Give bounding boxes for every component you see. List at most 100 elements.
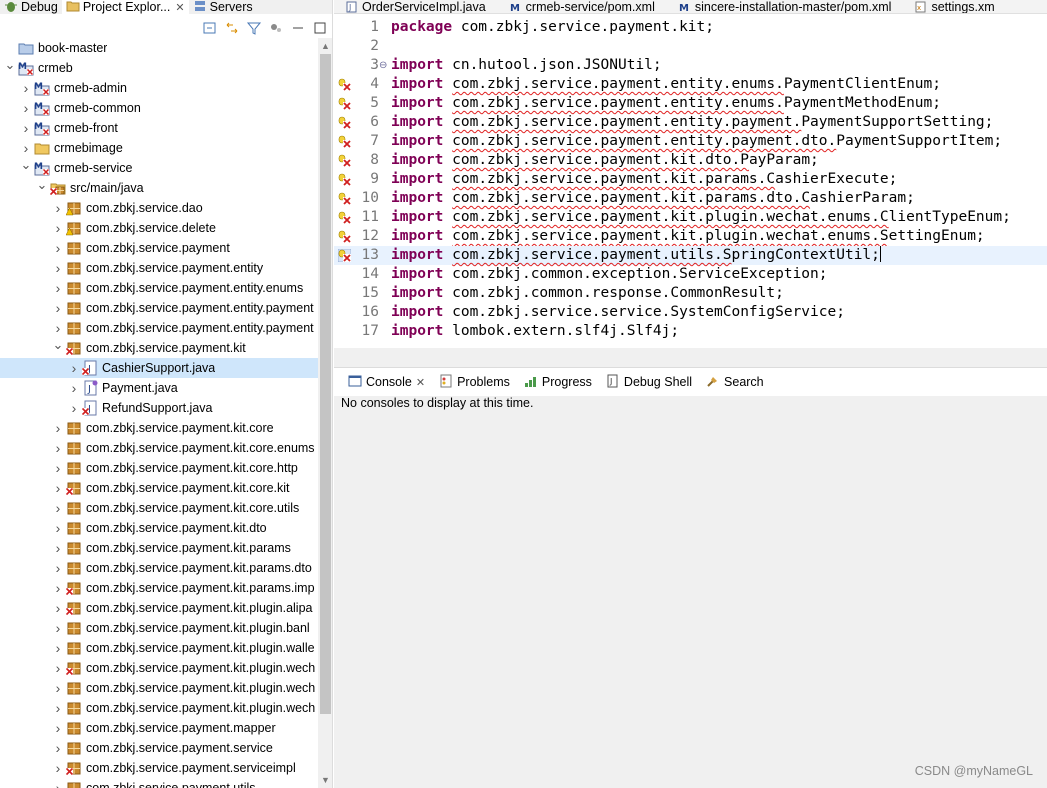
- tree-item[interactable]: › J CashierSupport.java: [0, 358, 318, 378]
- minimize-icon[interactable]: [289, 19, 307, 37]
- tree-item[interactable]: ⌄ com.zbkj.service.payment.kit: [0, 335, 318, 358]
- code-line[interactable]: 11 import com.zbkj.service.payment.kit.pl…: [334, 208, 1047, 227]
- tree-item[interactable]: › com.zbkj.service.payment.mapper: [0, 718, 318, 738]
- tree-item[interactable]: › com.zbkj.service.payment.kit.core.http: [0, 458, 318, 478]
- code-line[interactable]: 13 import com.zbkj.service.payment.utils.…: [334, 246, 1047, 265]
- code-line[interactable]: 15 import com.zbkj.common.response.Common…: [334, 284, 1047, 303]
- view-menu-icon[interactable]: [267, 19, 285, 37]
- code-line[interactable]: 10 import com.zbkj.service.payment.kit.pa…: [334, 189, 1047, 208]
- chevron-right-icon[interactable]: ›: [20, 98, 32, 118]
- tree-item[interactable]: ⌄ src/main/java: [0, 175, 318, 198]
- tree-item[interactable]: › com.zbkj.service.payment.entity.payment: [0, 318, 318, 338]
- editor-tab[interactable]: Msincere-installation-master/pom.xml: [667, 0, 904, 13]
- chevron-right-icon[interactable]: ›: [52, 518, 64, 538]
- tree-item[interactable]: › com.zbkj.service.payment.kit.plugin.wec…: [0, 698, 318, 718]
- error-marker-icon[interactable]: [338, 192, 351, 205]
- chevron-right-icon[interactable]: ›: [52, 438, 64, 458]
- chevron-right-icon[interactable]: ›: [52, 758, 64, 778]
- error-marker-icon[interactable]: [338, 78, 351, 91]
- explorer-scrollbar[interactable]: ▲ ▼: [318, 38, 332, 788]
- close-icon[interactable]: ✕: [175, 1, 184, 14]
- code-line[interactable]: 3 ⊖ import cn.hutool.json.JSONUtil;: [334, 56, 1047, 75]
- tree-item[interactable]: › com.zbkj.service.payment.kit.plugin.wec…: [0, 658, 318, 678]
- chevron-down-icon[interactable]: ⌄: [36, 175, 48, 195]
- tree-item[interactable]: › Mcrmeb-front: [0, 118, 318, 138]
- scroll-up-icon[interactable]: ▲: [318, 38, 332, 54]
- console-tab-problems[interactable]: Problems: [433, 371, 516, 393]
- code-line[interactable]: 5 import com.zbkj.service.payment.entity.…: [334, 94, 1047, 113]
- chevron-right-icon[interactable]: ›: [68, 378, 80, 398]
- tree-item[interactable]: › com.zbkj.service.dao: [0, 198, 318, 218]
- tree-item[interactable]: › com.zbkj.service.payment.kit.params: [0, 538, 318, 558]
- chevron-right-icon[interactable]: ›: [20, 78, 32, 98]
- chevron-right-icon[interactable]: ›: [20, 118, 32, 138]
- code-line[interactable]: 4 import com.zbkj.service.payment.entity.…: [334, 75, 1047, 94]
- tree-item[interactable]: › com.zbkj.service.payment.service: [0, 738, 318, 758]
- tree-item[interactable]: › com.zbkj.service.payment.kit.dto: [0, 518, 318, 538]
- chevron-right-icon[interactable]: ›: [52, 738, 64, 758]
- tree-item[interactable]: › com.zbkj.service.payment.entity.enums: [0, 278, 318, 298]
- chevron-right-icon[interactable]: ›: [52, 658, 64, 678]
- tree-item[interactable]: › com.zbkj.service.payment.kit.core.enums: [0, 438, 318, 458]
- view-tab-project-explor[interactable]: Project Explor... ✕: [61, 0, 189, 14]
- code-line[interactable]: 14 import com.zbkj.common.exception.Servi…: [334, 265, 1047, 284]
- chevron-right-icon[interactable]: ›: [52, 718, 64, 738]
- fold-toggle-icon[interactable]: ⊖: [379, 56, 387, 75]
- maximize-icon[interactable]: [311, 19, 329, 37]
- tree-item[interactable]: › J RefundSupport.java: [0, 398, 318, 418]
- console-tab-search[interactable]: Search: [700, 371, 770, 393]
- close-icon[interactable]: ✕: [416, 376, 425, 389]
- link-with-editor-icon[interactable]: [223, 19, 241, 37]
- tree-item[interactable]: › com.zbkj.service.delete: [0, 218, 318, 238]
- console-tab-progress[interactable]: Progress: [518, 371, 598, 393]
- chevron-right-icon[interactable]: ›: [52, 538, 64, 558]
- error-marker-icon[interactable]: [337, 248, 352, 263]
- code-line[interactable]: 17 import lombok.extern.slf4j.Slf4j;: [334, 322, 1047, 341]
- tree-item[interactable]: › com.zbkj.service.payment.kit.plugin.ban…: [0, 618, 318, 638]
- chevron-right-icon[interactable]: ›: [68, 398, 80, 418]
- editor-tab[interactable]: J OrderServiceImpl.java: [334, 0, 498, 13]
- tree-item[interactable]: › Mcrmeb-common: [0, 98, 318, 118]
- chevron-right-icon[interactable]: ›: [52, 598, 64, 618]
- error-marker-icon[interactable]: [338, 173, 351, 186]
- tree-item[interactable]: ⌄ Mcrmeb: [0, 55, 318, 78]
- error-marker-icon[interactable]: [338, 135, 351, 148]
- chevron-down-icon[interactable]: ⌄: [20, 155, 32, 175]
- tree-item[interactable]: › com.zbkj.service.payment.utils: [0, 778, 318, 788]
- chevron-right-icon[interactable]: ›: [52, 238, 64, 258]
- editor-tab[interactable]: Mcrmeb-service/pom.xml: [498, 0, 667, 13]
- chevron-right-icon[interactable]: ›: [52, 218, 64, 238]
- tree-item[interactable]: › J Payment.java: [0, 378, 318, 398]
- tree-item[interactable]: › com.zbkj.service.payment.kit.core: [0, 418, 318, 438]
- tree-item[interactable]: › com.zbkj.service.payment.kit.plugin.wal…: [0, 638, 318, 658]
- collapse-all-icon[interactable]: [201, 19, 219, 37]
- scroll-down-icon[interactable]: ▼: [318, 772, 332, 788]
- scrollbar-thumb[interactable]: [320, 54, 331, 714]
- error-marker-icon[interactable]: [338, 211, 351, 224]
- tree-item[interactable]: book-master: [0, 38, 318, 58]
- tree-item[interactable]: › com.zbkj.service.payment.entity: [0, 258, 318, 278]
- chevron-right-icon[interactable]: ›: [52, 678, 64, 698]
- editor-tab[interactable]: x settings.xm: [903, 0, 1006, 13]
- error-marker-icon[interactable]: [338, 97, 351, 110]
- chevron-right-icon[interactable]: ›: [52, 258, 64, 278]
- code-line[interactable]: 16 import com.zbkj.service.service.System…: [334, 303, 1047, 322]
- chevron-right-icon[interactable]: ›: [52, 618, 64, 638]
- chevron-right-icon[interactable]: ›: [52, 558, 64, 578]
- code-line[interactable]: 9 import com.zbkj.service.payment.kit.par…: [334, 170, 1047, 189]
- code-line[interactable]: 6 import com.zbkj.service.payment.entity.…: [334, 113, 1047, 132]
- console-tab-console[interactable]: Console ✕: [342, 371, 432, 393]
- tree-item[interactable]: › crmebimage: [0, 138, 318, 158]
- tree-item[interactable]: › com.zbkj.service.payment.kit.params.dto: [0, 558, 318, 578]
- view-tab-servers[interactable]: Servers: [189, 0, 257, 14]
- code-line[interactable]: 7 import com.zbkj.service.payment.entity.…: [334, 132, 1047, 151]
- chevron-down-icon[interactable]: ⌄: [4, 55, 16, 75]
- code-line[interactable]: 2: [334, 37, 1047, 56]
- code-line[interactable]: 8 import com.zbkj.service.payment.kit.dto…: [334, 151, 1047, 170]
- error-marker-icon[interactable]: [338, 230, 351, 243]
- panel-divider[interactable]: [334, 348, 1047, 368]
- chevron-down-icon[interactable]: ⌄: [52, 335, 64, 355]
- error-marker-icon[interactable]: [338, 116, 351, 129]
- tree-item[interactable]: › com.zbkj.service.payment.kit.plugin.ali…: [0, 598, 318, 618]
- tree-item[interactable]: › com.zbkj.service.payment.kit.core.utils: [0, 498, 318, 518]
